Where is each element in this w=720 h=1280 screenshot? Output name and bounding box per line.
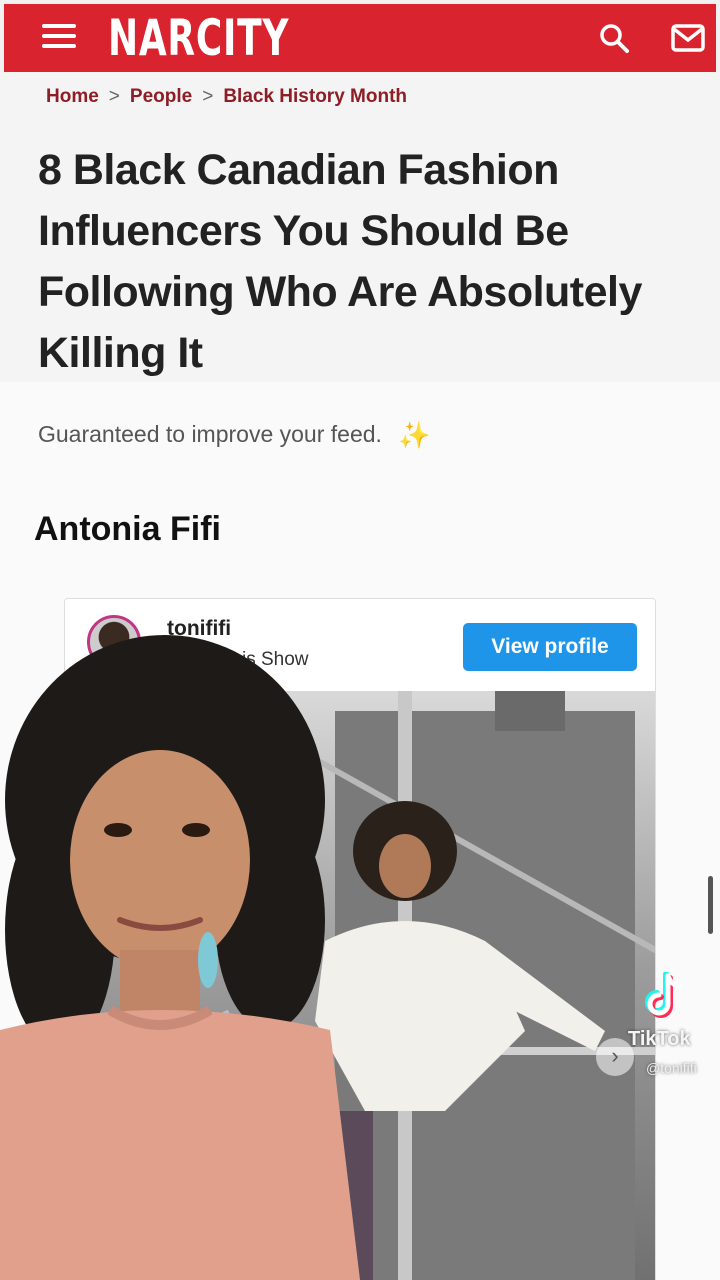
breadcrumb-separator: > — [202, 86, 214, 107]
scrollbar[interactable] — [708, 876, 713, 934]
section-heading: Antonia Fifi — [34, 510, 221, 548]
tiktok-handle: @tonififi — [646, 1060, 697, 1076]
breadcrumb-people[interactable]: People — [130, 86, 192, 108]
search-icon[interactable] — [598, 22, 630, 54]
tiktok-brand-label: TikTok — [628, 1028, 691, 1050]
tiktok-logo-icon — [645, 972, 683, 1018]
mail-icon[interactable] — [670, 22, 706, 54]
site-header: NARCITY — [0, 0, 720, 72]
breadcrumb-separator: > — [108, 86, 120, 107]
chevron-right-icon[interactable]: › — [596, 1038, 634, 1076]
view-profile-button[interactable]: View profile — [463, 623, 637, 671]
site-logo[interactable]: NARCITY — [108, 8, 289, 68]
subtitle-text: Guaranteed to improve your feed. — [38, 421, 382, 447]
article-subtitle: Guaranteed to improve your feed. ✨ — [38, 420, 431, 451]
creator-overlay-image — [0, 635, 360, 1280]
sparkle-icon: ✨ — [398, 420, 431, 450]
breadcrumb-black-history-month[interactable]: Black History Month — [223, 86, 407, 108]
article-title: 8 Black Canadian Fashion Influencers You… — [38, 146, 642, 377]
breadcrumb-home[interactable]: Home — [46, 86, 99, 108]
breadcrumb: Home > People > Black History Month — [46, 86, 407, 108]
hamburger-menu-icon[interactable] — [42, 24, 76, 50]
